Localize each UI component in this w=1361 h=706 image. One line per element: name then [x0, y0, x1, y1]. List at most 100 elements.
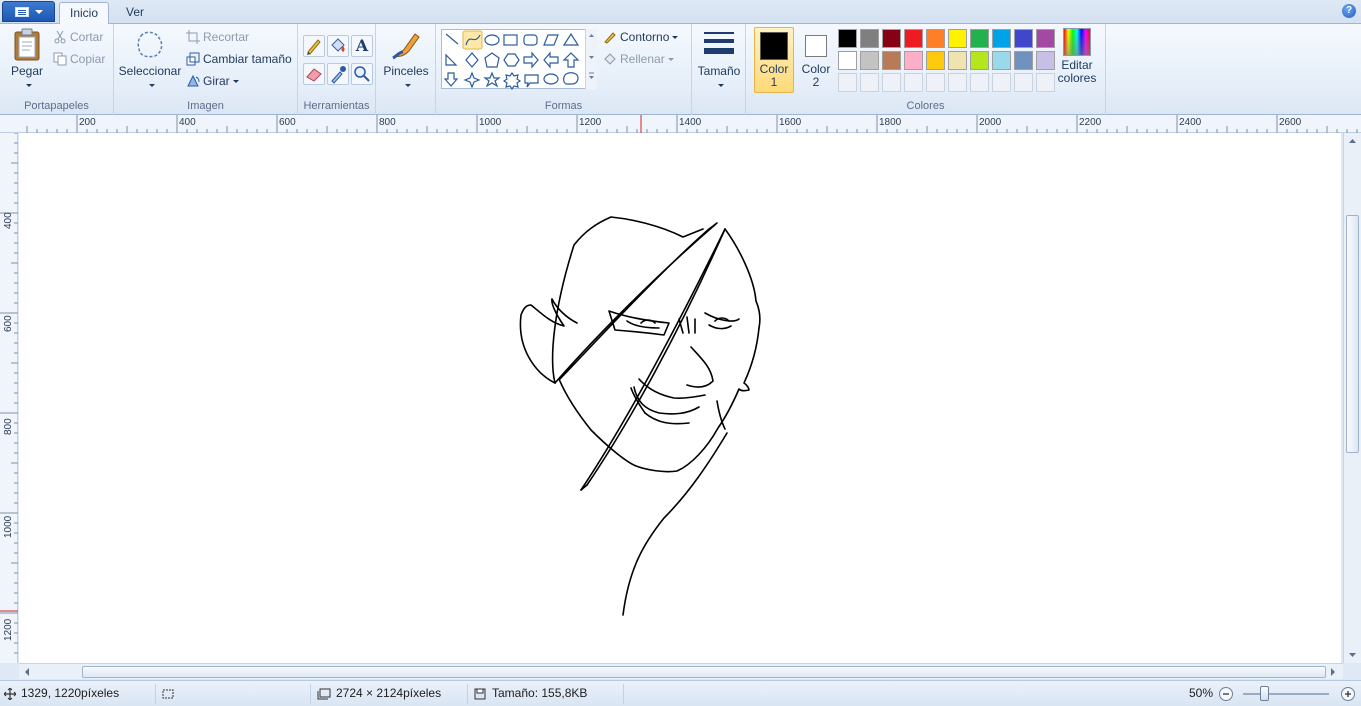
outline-button[interactable]: Contorno: [603, 27, 679, 47]
custom-color-slot[interactable]: [904, 73, 923, 92]
custom-color-slot[interactable]: [1036, 73, 1055, 92]
cut-button[interactable]: Cortar: [53, 27, 103, 47]
copy-label: Copiar: [70, 52, 106, 66]
help-icon[interactable]: ?: [1342, 4, 1356, 18]
eraser-icon: [306, 68, 322, 82]
fill-button[interactable]: Rellenar: [603, 49, 674, 69]
resize-label: Cambiar tamaño: [203, 52, 292, 66]
colors-group: Color 1 Color 2 Editar colores Colores: [746, 24, 1106, 115]
chevron-down-icon: [25, 84, 32, 87]
disk-icon: [474, 688, 486, 700]
pencil-icon: [307, 39, 321, 55]
color2-button[interactable]: Color 2: [796, 27, 836, 93]
ruler-label: 2200: [1079, 117, 1102, 128]
palette-swatch[interactable]: [1014, 29, 1033, 48]
custom-color-slot[interactable]: [948, 73, 967, 92]
magnifier-tool[interactable]: [351, 63, 373, 85]
palette-swatch[interactable]: [926, 29, 945, 48]
drawing-canvas[interactable]: [19, 133, 1341, 663]
custom-color-slot[interactable]: [992, 73, 1011, 92]
chevron-down-icon: [232, 80, 239, 83]
zoom-out-icon[interactable]: [1218, 686, 1234, 702]
palette-swatch[interactable]: [1036, 51, 1055, 70]
selection-icon: [137, 31, 163, 58]
copy-button[interactable]: Copiar: [53, 49, 105, 69]
palette-swatch[interactable]: [970, 29, 989, 48]
resize-button[interactable]: Cambiar tamaño: [186, 49, 292, 69]
palette-swatch[interactable]: [882, 29, 901, 48]
ruler-label: 800: [379, 117, 396, 128]
fill-tool[interactable]: [327, 35, 349, 57]
text-tool[interactable]: A: [351, 35, 373, 57]
crop-button[interactable]: Recortar: [186, 27, 249, 47]
shapes-scroll[interactable]: [585, 29, 597, 89]
paste-button[interactable]: Pegar: [6, 28, 48, 92]
document-icon: [14, 6, 29, 17]
rainbow-icon: [1063, 28, 1091, 56]
color-picker-tool[interactable]: [327, 63, 349, 85]
cursor-position-icon: [4, 688, 16, 700]
scroll-left-icon[interactable]: [21, 665, 33, 679]
vertical-scroll-thumb[interactable]: [1346, 215, 1359, 453]
zoom-in-icon[interactable]: [1340, 686, 1356, 702]
clipboard-group-label: Portapapeles: [24, 100, 89, 112]
zoom-slider-track[interactable]: [1243, 693, 1329, 695]
palette-swatch[interactable]: [926, 51, 945, 70]
image-dimensions: 2724 × 2124píxeles: [336, 686, 442, 700]
custom-color-slot[interactable]: [1014, 73, 1033, 92]
palette-swatch[interactable]: [904, 51, 923, 70]
rotate-button[interactable]: Girar: [186, 71, 239, 91]
tab-view[interactable]: Ver: [116, 2, 154, 24]
custom-color-slot[interactable]: [970, 73, 989, 92]
custom-color-slot[interactable]: [926, 73, 945, 92]
palette-swatch[interactable]: [860, 51, 879, 70]
vertical-scrollbar[interactable]: [1343, 133, 1361, 663]
horizontal-scroll-thumb[interactable]: [82, 666, 1326, 678]
paint-menu-button[interactable]: [2, 1, 55, 22]
select-button[interactable]: Seleccionar: [118, 28, 182, 92]
outline-label: Contorno: [620, 30, 670, 44]
scroll-down-icon[interactable]: [1344, 649, 1361, 661]
palette-swatch[interactable]: [992, 51, 1011, 70]
horizontal-scrollbar[interactable]: [19, 663, 1343, 679]
color2-swatch: [805, 35, 827, 57]
custom-color-slot[interactable]: [860, 73, 879, 92]
palette-swatch[interactable]: [838, 29, 857, 48]
palette-swatch[interactable]: [948, 51, 967, 70]
scroll-up-icon[interactable]: [1344, 135, 1361, 147]
edit-colors-button[interactable]: Editar colores: [1056, 28, 1098, 85]
scroll-right-icon[interactable]: [1327, 665, 1339, 679]
palette-swatch[interactable]: [1014, 51, 1033, 70]
brush-icon: [392, 33, 420, 60]
size-button[interactable]: Tamaño: [696, 28, 742, 92]
palette-swatch[interactable]: [1036, 29, 1055, 48]
paste-label: Pegar: [10, 64, 44, 78]
custom-color-slot[interactable]: [882, 73, 901, 92]
scroll-arrows-icon: [589, 34, 594, 79]
palette-swatch[interactable]: [838, 51, 857, 70]
eraser-tool[interactable]: [303, 63, 325, 85]
ruler-label: 2400: [1179, 117, 1202, 128]
palette-swatch[interactable]: [904, 29, 923, 48]
palette-swatch[interactable]: [948, 29, 967, 48]
zoom-slider-thumb[interactable]: [1260, 686, 1269, 701]
fill-label: Rellenar: [620, 52, 665, 66]
selection-size-icon: [162, 689, 174, 699]
color1-button[interactable]: Color 1: [754, 27, 794, 93]
eyedropper-icon: [331, 66, 346, 84]
custom-color-slot[interactable]: [838, 73, 857, 92]
palette-swatch[interactable]: [882, 51, 901, 70]
palette-swatch[interactable]: [992, 29, 1011, 48]
palette-swatch[interactable]: [970, 51, 989, 70]
ruler-label: 1400: [679, 117, 702, 128]
brushes-label: Pinceles: [383, 64, 429, 78]
tab-home[interactable]: Inicio: [59, 2, 110, 25]
vertical-ruler: 400 600 800 1000 1200: [0, 133, 18, 663]
brushes-button[interactable]: Pinceles: [381, 28, 431, 92]
crop-icon: [186, 30, 200, 44]
palette-swatch[interactable]: [860, 29, 879, 48]
colors-group-label: Colores: [906, 100, 945, 112]
pencil-tool[interactable]: [303, 35, 325, 57]
chevron-down-icon: [34, 9, 43, 14]
chevron-down-icon: [717, 84, 724, 87]
